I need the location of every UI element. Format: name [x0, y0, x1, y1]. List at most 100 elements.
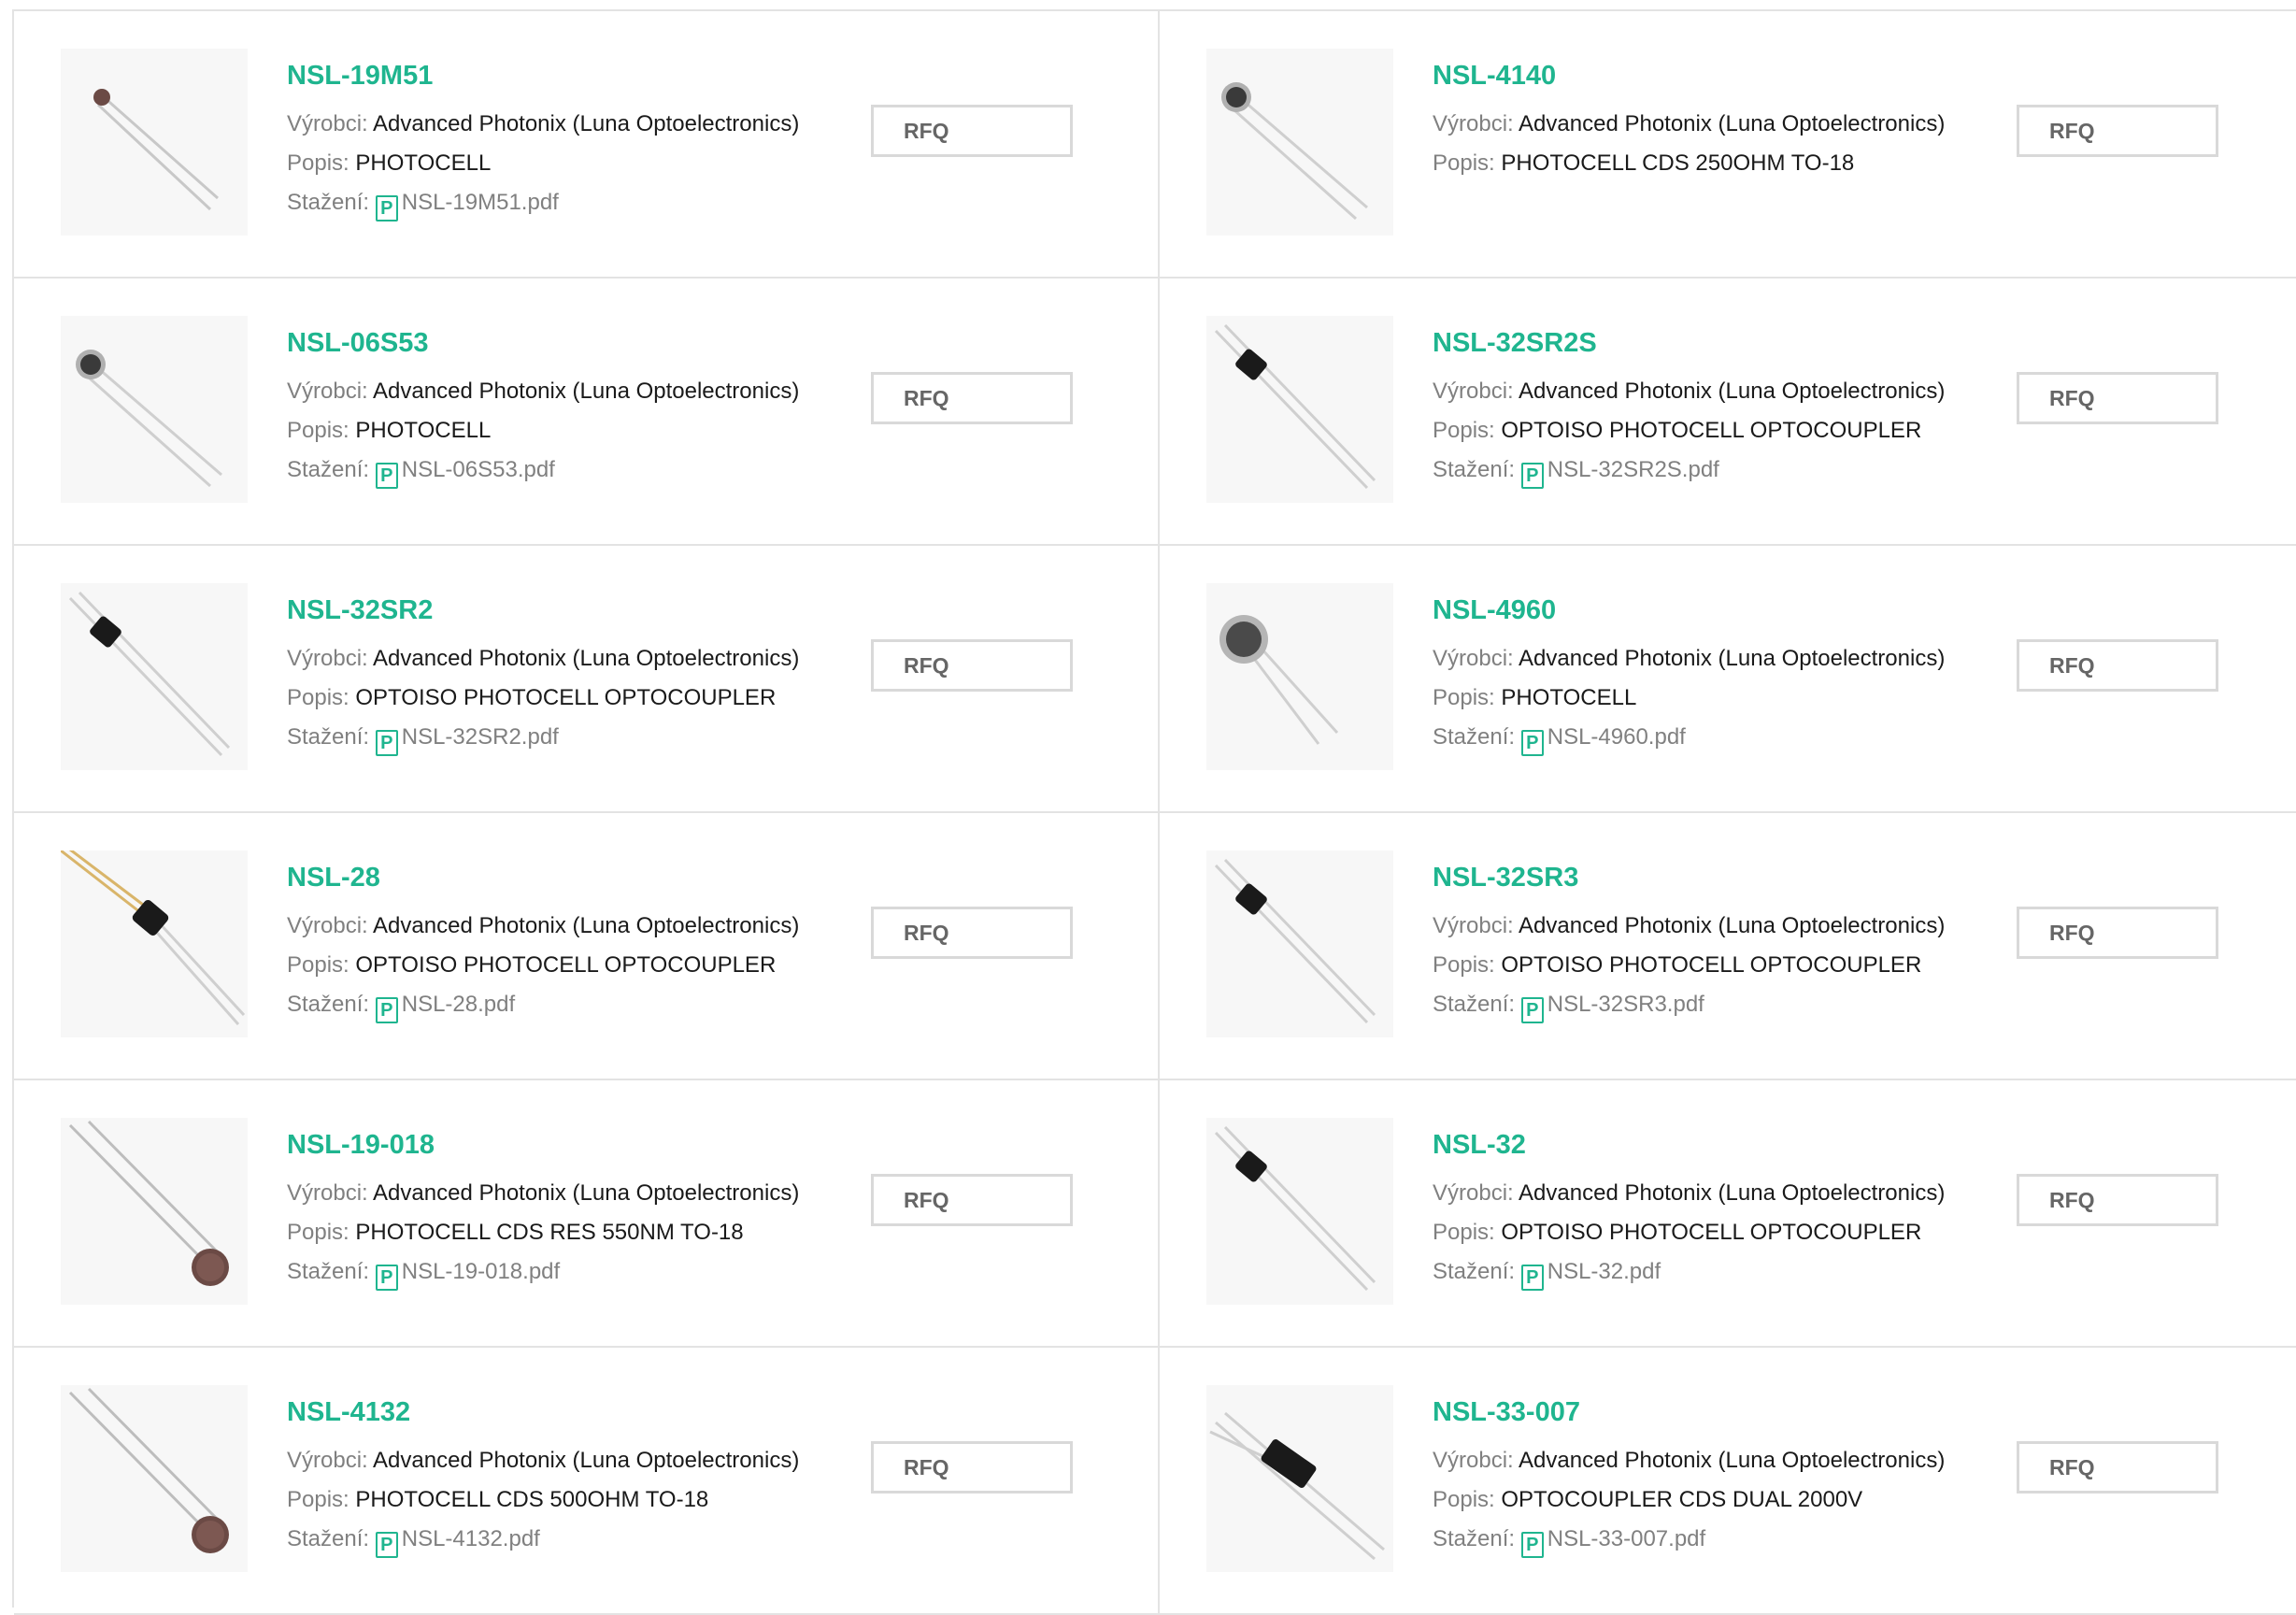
product-info: NSL-19-018 Výrobci: Advanced Photonix (L…	[287, 1129, 799, 1292]
datasheet-link[interactable]: P NSL-19M51.pdf	[375, 190, 559, 222]
product-image-optocoupler-black[interactable]	[61, 583, 248, 770]
product-info: NSL-32SR3 Výrobci: Advanced Photonix (Lu…	[1433, 862, 1945, 1024]
photocell-small-brown-image	[61, 49, 248, 236]
rfq-button[interactable]: RFQ	[2017, 1174, 2218, 1226]
photocell-long-leads-image	[61, 1118, 248, 1305]
pdf-document-icon: P	[1520, 463, 1544, 489]
datasheet-filename: NSL-19M51.pdf	[401, 190, 559, 215]
datasheet-filename: NSL-19-018.pdf	[401, 1259, 561, 1284]
product-image-optocoupler-black[interactable]	[1206, 850, 1393, 1037]
description-line: Popis: PHOTOCELL CDS 500OHM TO-18	[287, 1480, 799, 1520]
product-name-link[interactable]: NSL-32SR3	[1433, 862, 1945, 893]
download-line: Stažení: P NSL-06S53.pdf	[287, 450, 799, 490]
datasheet-link[interactable]: P NSL-32.pdf	[1520, 1259, 1661, 1291]
download-line: Stažení: P NSL-32SR2S.pdf	[1433, 450, 1945, 490]
rfq-button[interactable]: RFQ	[871, 372, 1073, 424]
product-card-nsl-32sr3: NSL-32SR3 Výrobci: Advanced Photonix (Lu…	[1160, 813, 2296, 1080]
product-card-nsl-4140: NSL-4140 Výrobci: Advanced Photonix (Lun…	[1160, 11, 2296, 279]
manufacturer-value: Advanced Photonix (Luna Optoelectronics)	[1519, 913, 1946, 938]
datasheet-link[interactable]: P NSL-19-018.pdf	[375, 1259, 561, 1291]
product-name-link[interactable]: NSL-4132	[287, 1396, 799, 1428]
rfq-button[interactable]: RFQ	[871, 1441, 1073, 1494]
product-name-link[interactable]: NSL-32SR2S	[1433, 327, 1945, 359]
description-value: PHOTOCELL	[355, 418, 492, 443]
download-line: Stažení: P NSL-32.pdf	[1433, 1252, 1945, 1292]
product-name-link[interactable]: NSL-28	[287, 862, 799, 893]
optocoupler-black-image	[1206, 1118, 1393, 1305]
datasheet-link[interactable]: P NSL-06S53.pdf	[375, 457, 555, 489]
rfq-button[interactable]: RFQ	[2017, 907, 2218, 959]
datasheet-link[interactable]: P NSL-32SR2S.pdf	[1520, 457, 1719, 489]
rfq-button[interactable]: RFQ	[871, 639, 1073, 692]
download-label: Stažení:	[1433, 457, 1516, 482]
manufacturer-label: Výrobci:	[287, 913, 368, 938]
description-label: Popis:	[287, 1487, 349, 1512]
product-image-photocell-metal-can[interactable]	[61, 316, 248, 503]
description-line: Popis: PHOTOCELL CDS RES 550NM TO-18	[287, 1213, 799, 1252]
description-label: Popis:	[287, 418, 349, 443]
product-image-photocell-metal-can[interactable]	[1206, 49, 1393, 236]
description-value: OPTOCOUPLER CDS DUAL 2000V	[1501, 1487, 1863, 1512]
manufacturer-value: Advanced Photonix (Luna Optoelectronics)	[1519, 111, 1946, 136]
manufacturer-line: Výrobci: Advanced Photonix (Luna Optoele…	[287, 1441, 799, 1480]
rfq-button[interactable]: RFQ	[2017, 1441, 2218, 1494]
datasheet-filename: NSL-32SR3.pdf	[1547, 992, 1704, 1017]
product-image-photocell-large-can[interactable]	[1206, 583, 1393, 770]
rfq-button[interactable]: RFQ	[871, 105, 1073, 157]
product-image-optocoupler-black[interactable]	[1206, 316, 1393, 503]
description-value: PHOTOCELL	[1501, 685, 1637, 710]
product-name-link[interactable]: NSL-4960	[1433, 594, 1945, 626]
description-line: Popis: OPTOISO PHOTOCELL OPTOCOUPLER	[287, 679, 799, 718]
manufacturer-line: Výrobci: Advanced Photonix (Luna Optoele…	[287, 1174, 799, 1213]
manufacturer-line: Výrobci: Advanced Photonix (Luna Optoele…	[1433, 639, 1945, 679]
product-name-link[interactable]: NSL-32SR2	[287, 594, 799, 626]
product-name-link[interactable]: NSL-19M51	[287, 60, 799, 92]
product-card-nsl-06s53: NSL-06S53 Výrobci: Advanced Photonix (Lu…	[14, 279, 1160, 546]
datasheet-link[interactable]: P NSL-4132.pdf	[375, 1526, 540, 1558]
product-image-optocoupler-black[interactable]	[1206, 1118, 1393, 1305]
rfq-button[interactable]: RFQ	[2017, 105, 2218, 157]
product-name-link[interactable]: NSL-06S53	[287, 327, 799, 359]
product-image-optocoupler-gold-leads[interactable]	[61, 850, 248, 1037]
rfq-button[interactable]: RFQ	[871, 907, 1073, 959]
description-value: OPTOISO PHOTOCELL OPTOCOUPLER	[355, 685, 777, 710]
datasheet-link[interactable]: P NSL-32SR2.pdf	[375, 724, 559, 756]
download-line: Stažení: P NSL-32SR3.pdf	[1433, 985, 1945, 1024]
rfq-button[interactable]: RFQ	[2017, 372, 2218, 424]
photocell-metal-can-image	[1206, 49, 1393, 236]
description-label: Popis:	[1433, 685, 1495, 710]
description-label: Popis:	[287, 150, 349, 176]
datasheet-link[interactable]: P NSL-32SR3.pdf	[1520, 992, 1704, 1023]
product-card-nsl-28: NSL-28 Výrobci: Advanced Photonix (Luna …	[14, 813, 1160, 1080]
datasheet-link[interactable]: P NSL-33-007.pdf	[1520, 1526, 1705, 1558]
download-label: Stažení:	[287, 1259, 370, 1284]
rfq-button[interactable]: RFQ	[2017, 639, 2218, 692]
description-label: Popis:	[1433, 952, 1495, 978]
manufacturer-label: Výrobci:	[287, 1180, 368, 1206]
description-line: Popis: OPTOISO PHOTOCELL OPTOCOUPLER	[287, 946, 799, 985]
product-image-optocoupler-dual[interactable]	[1206, 1385, 1393, 1572]
download-label: Stažení:	[1433, 1259, 1516, 1284]
download-label: Stažení:	[287, 724, 370, 750]
manufacturer-label: Výrobci:	[1433, 913, 1514, 938]
product-image-photocell-small-brown[interactable]	[61, 49, 248, 236]
product-image-photocell-long-leads[interactable]	[61, 1118, 248, 1305]
datasheet-link[interactable]: P NSL-28.pdf	[375, 992, 515, 1023]
product-name-link[interactable]: NSL-19-018	[287, 1129, 799, 1161]
pdf-document-icon: P	[1520, 1265, 1544, 1291]
product-name-link[interactable]: NSL-32	[1433, 1129, 1945, 1161]
manufacturer-line: Výrobci: Advanced Photonix (Luna Optoele…	[287, 907, 799, 946]
pdf-document-icon: P	[375, 730, 398, 756]
description-line: Popis: OPTOCOUPLER CDS DUAL 2000V	[1433, 1480, 1945, 1520]
product-image-photocell-long-leads[interactable]	[61, 1385, 248, 1572]
manufacturer-value: Advanced Photonix (Luna Optoelectronics)	[373, 646, 800, 671]
product-name-link[interactable]: NSL-4140	[1433, 60, 1945, 92]
download-line: Stažení: P NSL-33-007.pdf	[1433, 1520, 1945, 1559]
datasheet-link[interactable]: P NSL-4960.pdf	[1520, 724, 1686, 756]
manufacturer-line: Výrobci: Advanced Photonix (Luna Optoele…	[1433, 1174, 1945, 1213]
product-card-nsl-19m51: NSL-19M51 Výrobci: Advanced Photonix (Lu…	[14, 11, 1160, 279]
rfq-button[interactable]: RFQ	[871, 1174, 1073, 1226]
description-value: PHOTOCELL CDS RES 550NM TO-18	[355, 1220, 744, 1245]
description-value: OPTOISO PHOTOCELL OPTOCOUPLER	[355, 952, 777, 978]
product-name-link[interactable]: NSL-33-007	[1433, 1396, 1945, 1428]
